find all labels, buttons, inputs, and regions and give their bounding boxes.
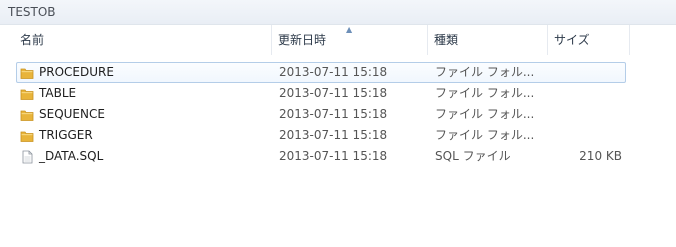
- file-type: ファイル フォル...: [435, 128, 535, 142]
- column-header-size[interactable]: サイズ: [548, 25, 630, 55]
- window-title: TESTOB: [8, 5, 56, 19]
- column-header-name-label: 名前: [20, 33, 45, 47]
- file-name: TABLE: [39, 86, 77, 100]
- file-date: 2013-07-11 15:18: [279, 65, 388, 79]
- file-row[interactable]: TABLE 2013-07-11 15:18 ファイル フォル...: [16, 83, 626, 104]
- folder-icon: [20, 108, 34, 122]
- file-row[interactable]: SEQUENCE 2013-07-11 15:18 ファイル フォル...: [16, 104, 626, 125]
- sort-caret-icon: ▲: [346, 25, 353, 34]
- file-name: TRIGGER: [39, 128, 93, 142]
- file-date: 2013-07-11 15:18: [279, 128, 388, 142]
- file-date: 2013-07-11 15:18: [279, 107, 388, 121]
- file-type: ファイル フォル...: [435, 65, 535, 79]
- file-type: ファイル フォル...: [435, 86, 535, 100]
- file-row[interactable]: PROCEDURE 2013-07-11 15:18 ファイル フォル...: [16, 62, 626, 83]
- file-row[interactable]: TRIGGER 2013-07-11 15:18 ファイル フォル...: [16, 125, 626, 146]
- column-header-type-label: 種類: [434, 33, 459, 47]
- file-name: _DATA.SQL: [39, 149, 104, 163]
- column-header-type[interactable]: 種類: [428, 25, 548, 55]
- file-date: 2013-07-11 15:18: [279, 86, 388, 100]
- file-date: 2013-07-11 15:18: [279, 149, 388, 163]
- folder-icon: [20, 87, 34, 101]
- column-header-row: 名前 ▲ 更新日時 種類 サイズ: [0, 25, 676, 55]
- file-name: PROCEDURE: [39, 65, 114, 79]
- file-name: SEQUENCE: [39, 107, 105, 121]
- column-header-date-label: 更新日時: [278, 33, 327, 47]
- column-header-name[interactable]: 名前: [14, 25, 272, 55]
- file-type: ファイル フォル...: [435, 107, 535, 121]
- file-type: SQL ファイル: [435, 149, 511, 163]
- window-titlebar: TESTOB: [0, 0, 676, 25]
- column-header-date[interactable]: ▲ 更新日時: [272, 25, 428, 55]
- file-size: 210 KB: [579, 149, 622, 163]
- document-icon: [20, 150, 34, 164]
- column-header-size-label: サイズ: [554, 33, 590, 47]
- file-row[interactable]: _DATA.SQL 2013-07-11 15:18 SQL ファイル 210 …: [16, 146, 626, 167]
- folder-icon: [20, 66, 34, 80]
- folder-icon: [20, 129, 34, 143]
